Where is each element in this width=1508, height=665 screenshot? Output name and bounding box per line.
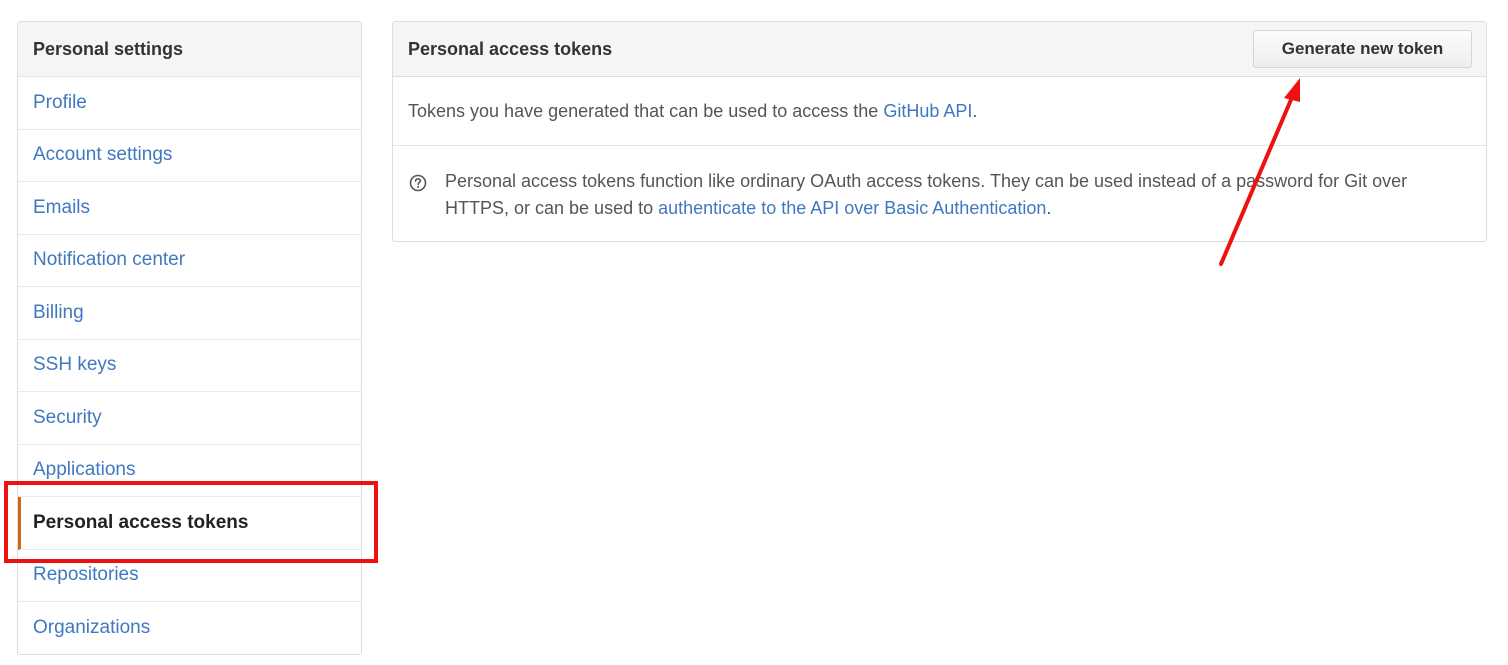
sidebar-item-billing[interactable]: Billing [18, 287, 361, 340]
tokens-panel-header: Personal access tokens Generate new toke… [393, 22, 1486, 77]
settings-page: Personal settings Profile Account settin… [0, 0, 1508, 665]
help-text-end: . [1046, 198, 1052, 218]
intro-text: Tokens you have generated that can be us… [408, 101, 977, 122]
sidebar-item-security[interactable]: Security [18, 392, 361, 445]
sidebar-item-ssh-keys[interactable]: SSH keys [18, 340, 361, 392]
sidebar-item-account-settings[interactable]: Account settings [18, 130, 361, 182]
tokens-intro: Tokens you have generated that can be us… [393, 77, 1486, 146]
sidebar-item-profile[interactable]: Profile [18, 77, 361, 130]
question-circle-icon [409, 174, 427, 192]
sidebar-item-organizations[interactable]: Organizations [18, 602, 361, 654]
github-api-link[interactable]: GitHub API [883, 101, 972, 121]
sidebar-title: Personal settings [18, 22, 361, 77]
basic-auth-link[interactable]: authenticate to the API over Basic Authe… [658, 198, 1046, 218]
sidebar-item-notification-center[interactable]: Notification center [18, 235, 361, 287]
tokens-help-note: Personal access tokens function like ord… [393, 146, 1486, 222]
highlight-box-annotation [4, 481, 378, 563]
sidebar-item-emails[interactable]: Emails [18, 182, 361, 235]
intro-text-end: . [972, 100, 978, 121]
intro-text-body: Tokens you have generated that can be us… [408, 100, 884, 121]
generate-new-token-button[interactable]: Generate new token [1253, 30, 1472, 68]
tokens-panel: Personal access tokens Generate new toke… [392, 21, 1487, 242]
page-title: Personal access tokens [408, 38, 613, 59]
